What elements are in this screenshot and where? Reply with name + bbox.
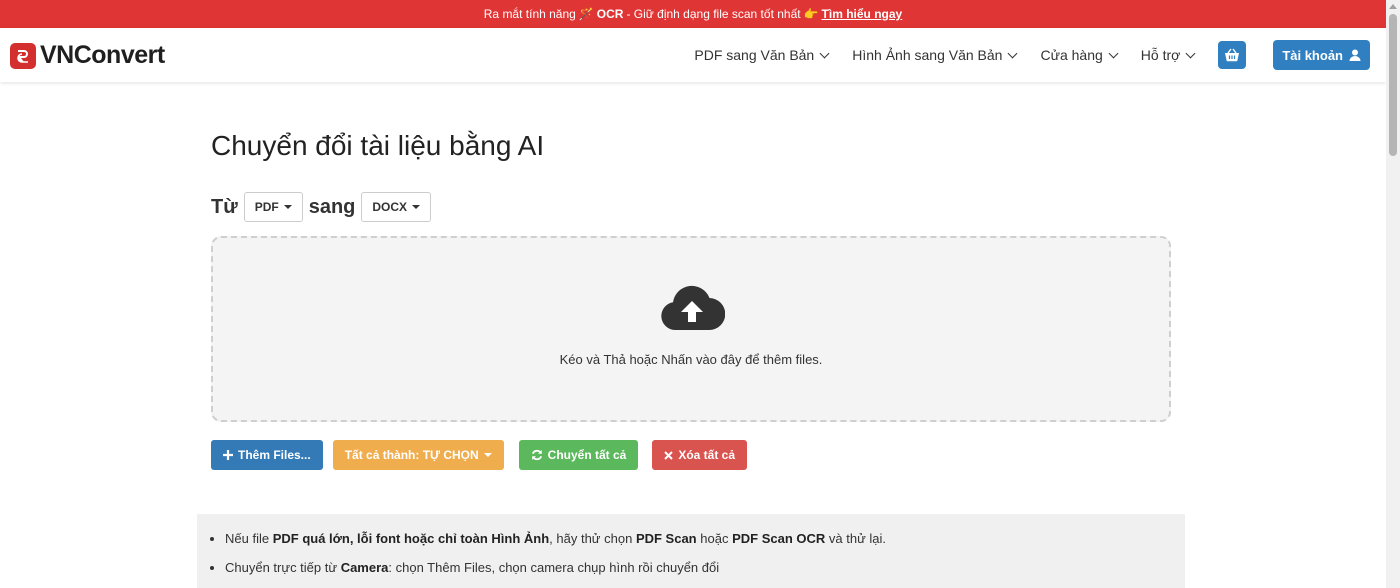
nav-menu: PDF sang Văn Bản Hình Ảnh sang Văn Bản C… xyxy=(694,28,1370,82)
action-buttons: Thêm Files... Tất cả thành: TỰ CHỌN Chuy… xyxy=(211,440,748,470)
tip-text: Chuyển trực tiếp từ xyxy=(225,560,338,575)
brand-name: VNConvert xyxy=(40,41,165,69)
announcement-middle: - Giữ định dạng file scan tốt nhất xyxy=(626,7,801,21)
account-button[interactable]: Tài khoản xyxy=(1273,40,1370,70)
file-dropzone[interactable]: Kéo và Thả hoặc Nhấn vào đây để thêm fil… xyxy=(211,236,1171,422)
tip-bold: Camera xyxy=(340,560,389,575)
to-format-value: DOCX xyxy=(372,200,408,214)
scroll-thumb[interactable] xyxy=(1389,14,1397,156)
pointing-hand-icon: 👉 xyxy=(803,7,819,21)
announcement-bar: Ra mắt tính năng 🪄 OCR - Giữ định dạng f… xyxy=(0,0,1386,28)
chevron-down-icon xyxy=(1185,48,1196,58)
caret-down-icon xyxy=(412,205,421,209)
nav-item-label: Cửa hàng xyxy=(1040,47,1103,63)
tip-text: hoặc xyxy=(700,531,729,546)
tips-list: Nếu file PDF quá lớn, lỗi font hoặc chỉ … xyxy=(212,524,1185,582)
convert-all-label: Chuyển tất cả xyxy=(547,448,627,462)
nav-item-pdf-to-text[interactable]: PDF sang Văn Bản xyxy=(694,47,830,63)
close-icon xyxy=(664,450,674,460)
logo-icon xyxy=(10,42,36,69)
format-selector-row: Từ PDF sang DOCX xyxy=(211,192,432,222)
to-format-dropdown[interactable]: DOCX xyxy=(361,192,432,222)
chevron-down-icon xyxy=(1008,48,1018,58)
brand-logo[interactable]: VNConvert xyxy=(10,41,165,70)
scroll-up-icon[interactable] xyxy=(1389,4,1397,9)
delete-all-button[interactable]: Xóa tất cả xyxy=(652,440,748,470)
tip-text: Nếu file xyxy=(225,531,270,546)
nav-item-store[interactable]: Cửa hàng xyxy=(1040,47,1119,63)
from-format-dropdown[interactable]: PDF xyxy=(243,192,303,222)
basket-icon xyxy=(1225,48,1240,62)
tip-text: , hãy thử chọn xyxy=(549,531,633,546)
nav-item-label: PDF sang Văn Bản xyxy=(694,47,815,63)
add-files-label: Thêm Files... xyxy=(238,448,311,462)
from-format-value: PDF xyxy=(254,200,279,214)
delete-all-label: Xóa tất cả xyxy=(678,448,736,462)
tip-text: : chọn Thêm Files, chọn camera chụp hình… xyxy=(388,560,720,575)
learn-more-link[interactable]: Tìm hiểu ngay xyxy=(822,7,903,21)
top-navbar: VNConvert PDF sang Văn Bản Hình Ảnh sang… xyxy=(0,28,1386,82)
nav-item-label: Hình Ảnh sang Văn Bản xyxy=(852,47,1003,63)
tip-text: và thử lại. xyxy=(828,531,887,546)
to-label: sang xyxy=(308,195,356,218)
convert-all-to-label: Tất cả thành: TỰ CHỌN xyxy=(344,448,479,462)
chevron-down-icon xyxy=(819,48,830,58)
add-files-button[interactable]: Thêm Files... xyxy=(211,440,323,470)
tip-bold: PDF quá lớn, lỗi font hoặc chỉ toàn Hình… xyxy=(272,531,550,546)
caret-down-icon xyxy=(283,205,292,209)
convert-all-button[interactable]: Chuyển tất cả xyxy=(518,440,639,470)
page-title: Chuyển đổi tài liệu bằng AI xyxy=(211,130,545,161)
caret-down-icon xyxy=(483,453,492,457)
user-icon xyxy=(1349,49,1361,61)
refresh-icon xyxy=(531,449,542,461)
cart-button[interactable] xyxy=(1218,41,1247,69)
announcement-feature: OCR xyxy=(596,7,624,21)
tips-panel: Nếu file PDF quá lớn, lỗi font hoặc chỉ … xyxy=(197,514,1185,588)
nav-item-label: Hỗ trợ xyxy=(1140,47,1181,63)
tip-item-large-pdf: Nếu file PDF quá lớn, lỗi font hoặc chỉ … xyxy=(225,524,1185,553)
plus-icon xyxy=(223,450,233,460)
nav-item-image-to-text[interactable]: Hình Ảnh sang Văn Bản xyxy=(852,47,1018,63)
magic-wand-icon: 🪄 xyxy=(578,7,594,21)
from-label: Từ xyxy=(211,195,238,218)
tip-bold: PDF Scan OCR xyxy=(732,531,826,546)
dropzone-text: Kéo và Thả hoặc Nhấn vào đây để thêm fil… xyxy=(559,352,823,367)
announcement-prefix: Ra mắt tính năng xyxy=(483,7,576,21)
convert-all-to-dropdown[interactable]: Tất cả thành: TỰ CHỌN xyxy=(332,440,504,470)
page-scrollbar[interactable] xyxy=(1386,0,1400,588)
chevron-down-icon xyxy=(1108,48,1119,58)
tip-item-camera: Chuyển trực tiếp từ Camera: chọn Thêm Fi… xyxy=(225,553,1185,582)
nav-item-support[interactable]: Hỗ trợ xyxy=(1140,47,1196,63)
cloud-upload-icon xyxy=(661,285,725,331)
tip-bold: PDF Scan xyxy=(635,531,697,546)
account-label: Tài khoản xyxy=(1282,47,1343,63)
